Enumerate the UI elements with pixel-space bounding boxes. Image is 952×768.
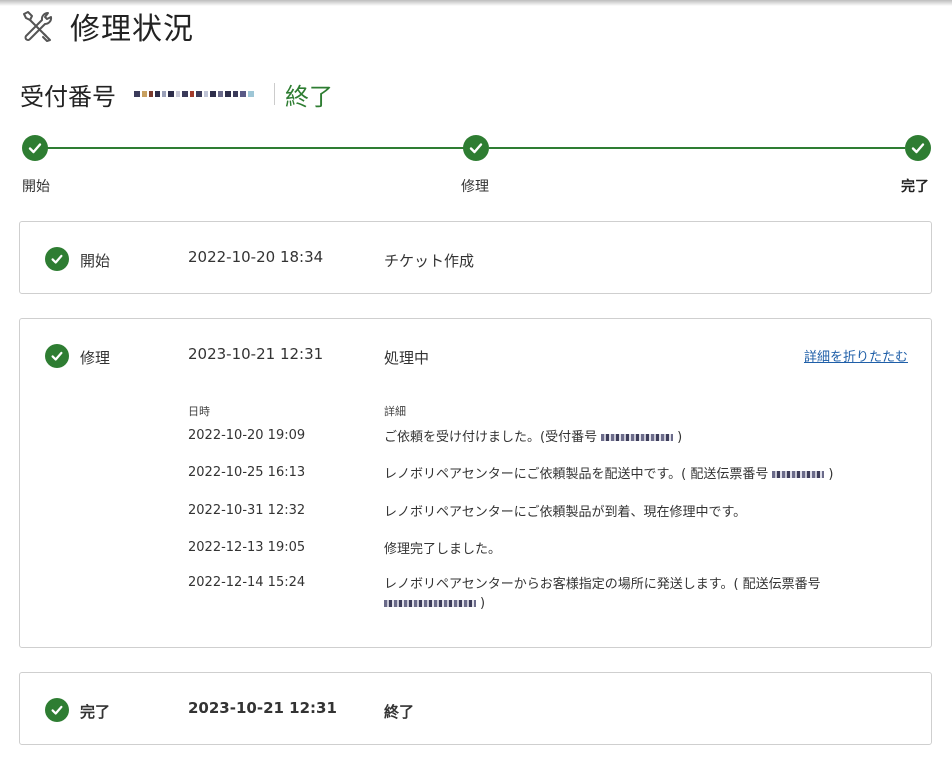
detail-row: 2022-10-31 12:32 レノボリペアセンターにご依頼製品が到着、現在修… bbox=[20, 503, 931, 537]
detail-row: 2022-12-14 15:24 レノボリペアセンターからお客様指定の場所に発送… bbox=[20, 575, 931, 619]
detail-text: レノボリペアセンターにご依頼製品が到着、現在修理中です。 bbox=[384, 505, 747, 520]
detail-text: レノボリペアセンターからお客様指定の場所に発送します。( 配送伝票番号) bbox=[384, 577, 821, 611]
receipt-label: 受付番号 bbox=[20, 82, 116, 111]
stage-description: 終了 bbox=[384, 703, 415, 721]
detail-row: 2022-10-20 19:09 ご依頼を受け付けました。(受付番号) bbox=[20, 428, 931, 462]
detail-date: 2022-12-13 19:05 bbox=[188, 540, 306, 555]
redacted-number bbox=[384, 600, 476, 607]
receipt-info: 受付番号 終了 bbox=[20, 78, 333, 111]
wrench-screwdriver-icon bbox=[23, 11, 53, 42]
step-connector bbox=[489, 147, 905, 149]
timeline-card-complete: 完了 2023-10-21 12:31 終了 bbox=[19, 672, 932, 745]
timeline-card-repair: 修理 2023-10-21 12:31 処理中 詳細を折りたたむ 日時 詳細 2… bbox=[19, 318, 932, 648]
stage-description: 処理中 bbox=[384, 349, 430, 367]
details-detail-header: 詳細 bbox=[384, 405, 406, 418]
check-circle-icon bbox=[45, 247, 69, 271]
step-label-complete: 完了 bbox=[901, 179, 929, 195]
detail-text: ご依頼を受け付けました。(受付番号) bbox=[384, 430, 683, 445]
step-label-start: 開始 bbox=[22, 179, 50, 195]
divider bbox=[274, 83, 275, 105]
redacted-number bbox=[772, 471, 825, 478]
page-header: 修理状況 bbox=[18, 6, 194, 47]
page-title: 修理状況 bbox=[70, 12, 194, 47]
stage-label: 開始 bbox=[80, 252, 111, 270]
stage-date: 2023-10-21 12:31 bbox=[188, 699, 337, 717]
step-check-icon bbox=[22, 135, 48, 161]
detail-date: 2022-12-14 15:24 bbox=[188, 575, 306, 590]
status-text: 終了 bbox=[285, 82, 333, 111]
details-date-header: 日時 bbox=[188, 405, 210, 418]
step-check-icon bbox=[905, 135, 931, 161]
step-check-icon bbox=[463, 135, 489, 161]
stage-description: チケット作成 bbox=[384, 252, 475, 270]
detail-date: 2022-10-20 19:09 bbox=[188, 428, 306, 443]
stage-label: 完了 bbox=[80, 703, 111, 721]
step-label-repair: 修理 bbox=[461, 179, 489, 195]
detail-date: 2022-10-31 12:32 bbox=[188, 503, 306, 518]
detail-text: 修理完了しました。 bbox=[384, 542, 502, 557]
detail-text: レノボリペアセンターにご依頼製品を配送中です。( 配送伝票番号) bbox=[384, 467, 834, 482]
stage-date: 2022-10-20 18:34 bbox=[188, 248, 324, 266]
detail-row: 2022-12-13 19:05 修理完了しました。 bbox=[20, 540, 931, 574]
timeline-card-start: 開始 2022-10-20 18:34 チケット作成 bbox=[19, 221, 932, 294]
detail-row: 2022-10-25 16:13 レノボリペアセンターにご依頼製品を配送中です。… bbox=[20, 465, 931, 499]
receipt-number-redacted bbox=[134, 87, 254, 101]
detail-date: 2022-10-25 16:13 bbox=[188, 465, 306, 480]
progress-stepper: 開始 修理 完了 bbox=[20, 133, 932, 203]
collapse-details-link[interactable]: 詳細を折りたたむ bbox=[804, 346, 908, 365]
check-circle-icon bbox=[45, 698, 69, 722]
redacted-number bbox=[601, 434, 674, 441]
check-circle-icon bbox=[45, 344, 69, 368]
stage-label: 修理 bbox=[80, 349, 111, 367]
stage-date: 2023-10-21 12:31 bbox=[188, 345, 324, 363]
step-connector bbox=[46, 147, 466, 149]
